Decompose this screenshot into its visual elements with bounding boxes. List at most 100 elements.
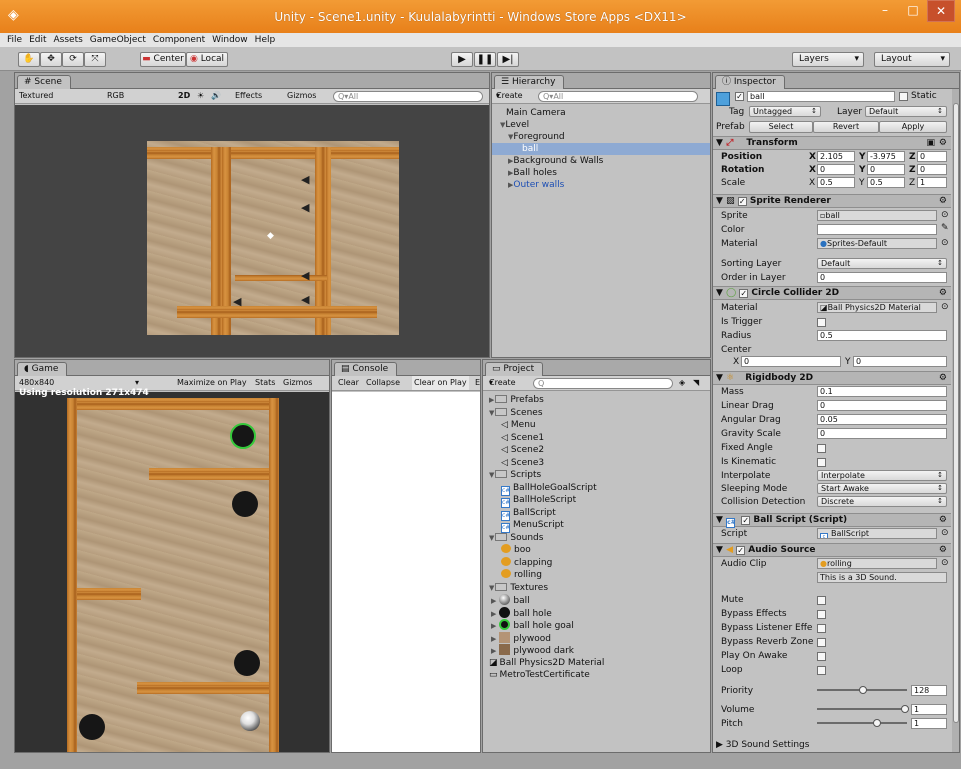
hierarchy-create-dropdown[interactable]: Create ▾ [496,89,523,103]
hand-tool-button[interactable]: ✋ [18,52,40,67]
menu-window[interactable]: Window [212,35,248,45]
layer-dropdown[interactable]: Default [865,106,947,117]
tab-project[interactable]: ▭ Project [485,362,544,376]
object-picker-icon[interactable]: ⊙ [941,528,949,538]
transform-header[interactable]: ▼ ⤢ Transform ⚙ ▣ [713,136,951,150]
foldout-arrow-icon[interactable]: ▶ [491,610,496,618]
scene-viewport[interactable]: ◀ ◀ ◀ ◀ ◀ ◆ [15,105,489,357]
foldout-arrow-icon[interactable]: ▶ [491,635,496,643]
volume-field[interactable]: 1 [911,704,947,715]
tab-scene[interactable]: # Scene [17,75,71,89]
eyedropper-icon[interactable]: ✎ [941,223,949,233]
linear-drag-field[interactable]: 0 [817,400,947,411]
project-item[interactable]: ▼ Sounds [489,532,543,544]
lighting-icon[interactable]: ☀ [197,89,204,103]
active-checkbox[interactable]: ✓ [735,92,744,101]
is-trigger-checkbox[interactable] [817,318,826,327]
project-create-dropdown[interactable]: Create ▾ [489,376,516,390]
rotation-z-field[interactable]: 0 [917,164,947,175]
move-tool-button[interactable]: ✥ [40,52,62,67]
project-search-input[interactable]: Q [533,378,673,389]
pause-button[interactable]: ❚❚ [474,52,496,67]
menu-gameobject[interactable]: GameObject [90,35,146,45]
project-item[interactable]: c# BallHoleScript [501,494,576,508]
loop-checkbox[interactable] [817,666,826,675]
tab-hierarchy[interactable]: ☰ Hierarchy [494,75,565,89]
console-collapse-button[interactable]: Collapse [366,376,400,390]
object-name-field[interactable]: ball [747,91,895,102]
hierarchy-item[interactable]: ▼Level [492,119,710,131]
rotate-tool-button[interactable]: ⟳ [62,52,84,67]
object-picker-icon[interactable]: ⊙ [941,210,949,220]
order-in-layer-field[interactable]: 0 [817,272,947,283]
sprite-renderer-header[interactable]: ▼ ▨ ✓ Sprite Renderer ⚙ [713,194,951,208]
scale-z-field[interactable]: 1 [917,177,947,188]
project-item[interactable]: ◪ Ball Physics2D Material [489,657,604,669]
inspector-scrollbar[interactable] [952,89,959,752]
audio-source-enabled-checkbox[interactable]: ✓ [736,546,746,555]
gear-icon[interactable]: ⚙ [939,544,947,556]
close-button[interactable]: ✕ [927,0,955,22]
project-item[interactable]: c# BallScript [501,507,556,521]
volume-slider[interactable] [817,703,909,715]
ball-script-enabled-checkbox[interactable]: ✓ [741,516,751,525]
interpolate-dropdown[interactable]: Interpolate [817,470,947,481]
foldout-arrow-icon[interactable]: ▶ [491,597,496,605]
sprite-renderer-enabled-checkbox[interactable]: ✓ [737,197,747,206]
position-y-field[interactable]: -3.975 [867,151,905,162]
foldout-arrow-icon[interactable]: ▶ [491,647,496,655]
tab-inspector[interactable]: ⓘ Inspector [715,75,785,89]
maximize-on-play-button[interactable]: Maximize on Play [177,376,247,390]
shading-dropdown[interactable]: Textured [19,89,53,103]
bypass-listener-checkbox[interactable] [817,624,826,633]
stats-button[interactable]: Stats [255,376,275,390]
project-item[interactable]: ▼ Textures [489,582,548,594]
audio-source-header[interactable]: ▼ ◀ ✓ Audio Source ⚙ [713,543,951,557]
sorting-layer-dropdown[interactable]: Default [817,258,947,269]
3d-sound-settings-foldout[interactable]: ▶ 3D Sound Settings [716,740,809,750]
prefab-revert-button[interactable]: Revert [813,121,879,133]
project-item[interactable]: ▶ plywood dark [491,644,574,656]
audio-icon[interactable]: 🔊 [211,89,221,103]
volume-slider-knob[interactable] [901,705,909,713]
ball-script-header[interactable]: ▼ c# ✓ Ball Script (Script) ⚙ [713,513,951,528]
foldout-arrow-icon[interactable]: ▶ [491,622,496,630]
priority-field[interactable]: 128 [911,685,947,696]
color-swatch[interactable] [817,224,937,235]
help-icon[interactable]: ▣ [926,137,935,149]
foldout-arrow-icon[interactable]: ▼ [489,534,494,542]
hierarchy-item[interactable]: ▶Ball holes [492,167,710,179]
collision-detection-dropdown[interactable]: Discrete [817,496,947,507]
menu-file[interactable]: File [7,35,22,45]
filter-by-label-icon[interactable]: ◥ [693,376,699,390]
tag-dropdown[interactable]: Untagged [749,106,821,117]
console-log-area[interactable] [332,392,480,752]
center-x-field[interactable]: 0 [741,356,841,367]
hierarchy-search-input[interactable]: Q▾All [538,91,698,102]
prefab-select-button[interactable]: Select [749,121,813,133]
console-clear-button[interactable]: Clear [338,376,359,390]
radius-field[interactable]: 0.5 [817,330,947,341]
gear-icon[interactable]: ⚙ [939,287,947,299]
scale-tool-button[interactable]: ⤧ [84,52,106,67]
collider-material-field[interactable]: ◪Ball Physics2D Material [817,302,937,313]
game-gizmos-dropdown[interactable]: Gizmos [283,376,312,390]
pivot-center-button[interactable]: ▬ Center [140,52,186,67]
mass-field[interactable]: 0.1 [817,386,947,397]
mute-checkbox[interactable] [817,596,826,605]
project-item[interactable]: c# MenuScript [501,519,564,533]
project-item[interactable]: c# BallHoleGoalScript [501,482,597,496]
hierarchy-item[interactable]: ▶Outer walls [492,179,710,191]
inspector-scrollbar-thumb[interactable] [953,103,959,723]
selected-ball-gizmo[interactable]: ◀ [301,293,309,306]
object-picker-icon[interactable]: ⊙ [941,302,949,312]
circle-collider-header[interactable]: ▼ ◯ ✓ Circle Collider 2D ⚙ [713,286,951,300]
project-item[interactable]: ◁ Scene3 [501,457,544,469]
step-button[interactable]: ▶| [497,52,519,67]
project-item[interactable]: ▶ ball hole goal [491,619,574,631]
game-viewport[interactable]: Using resolution 271x474 [15,388,329,752]
object-picker-icon[interactable]: ⊙ [941,558,949,568]
menu-help[interactable]: Help [255,35,276,45]
object-picker-icon[interactable]: ⊙ [941,238,949,248]
menu-component[interactable]: Component [153,35,205,45]
